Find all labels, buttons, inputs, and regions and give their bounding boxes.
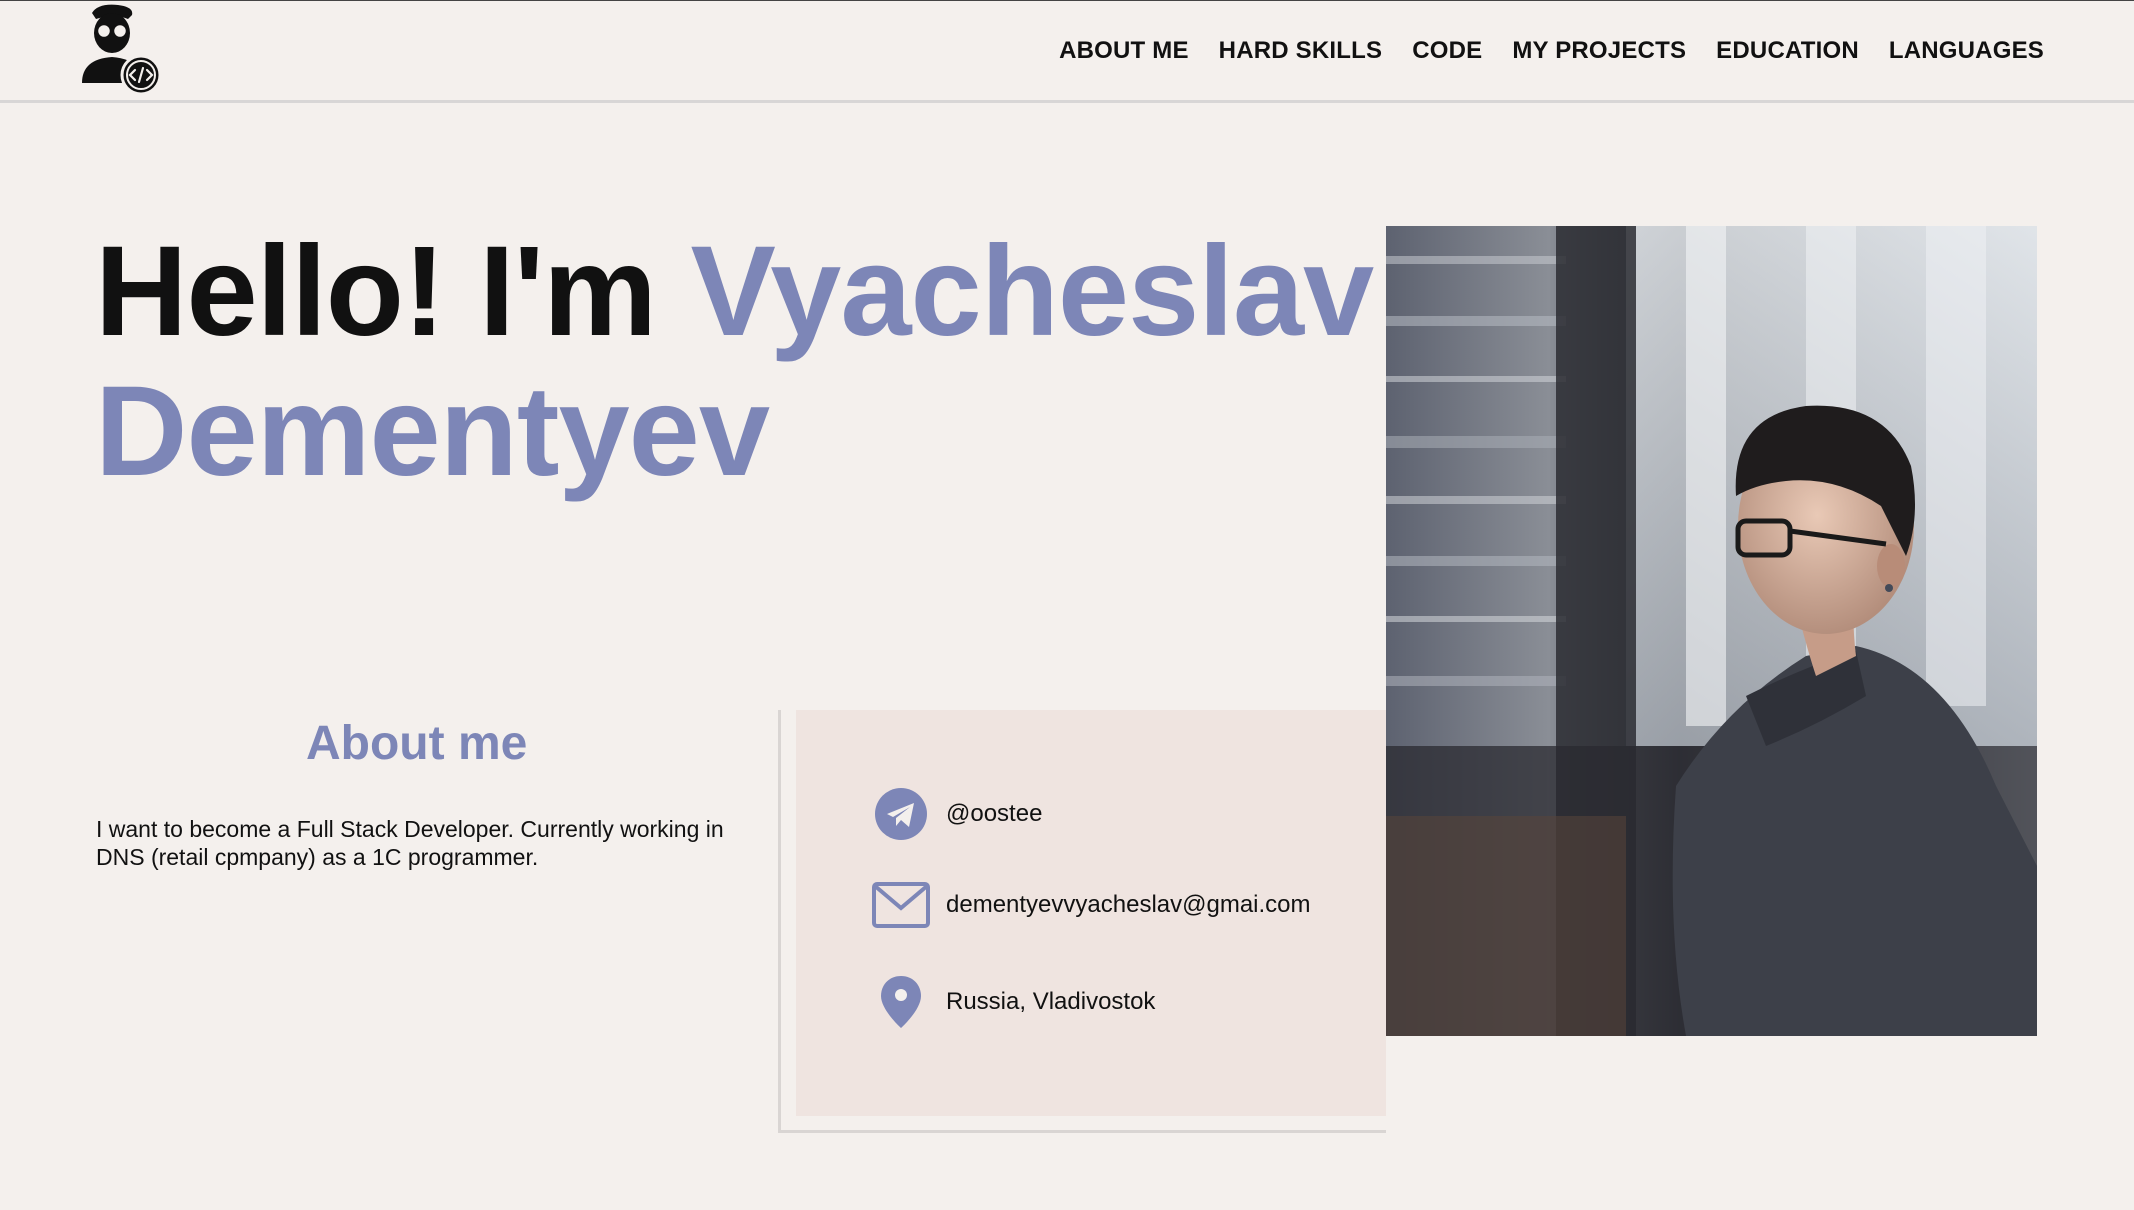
location-text: Russia, Vladivostok [946, 988, 1156, 1015]
about-text: I want to become a Full Stack Developer.… [96, 816, 724, 870]
nav-education[interactable]: EDUCATION [1716, 37, 1859, 65]
nav-my-projects[interactable]: MY PROJECTS [1512, 37, 1686, 65]
telegram-icon [872, 785, 930, 843]
hero-title: Hello! I'm Vyacheslav Dementyev [95, 222, 1375, 502]
hero-last-name: Dementyev [95, 360, 770, 503]
nav-hard-skills[interactable]: HARD SKILLS [1219, 37, 1383, 65]
hero-first-name: Vyacheslav [690, 220, 1375, 363]
nav-languages[interactable]: LANGUAGES [1889, 37, 2044, 65]
location-pin-icon [872, 973, 930, 1031]
site-header: ABOUT ME HARD SKILLS CODE MY PROJECTS ED… [0, 0, 2134, 103]
email-address: dementyevvyacheslav@gmai.com [946, 891, 1311, 918]
nav-code[interactable]: CODE [1412, 37, 1482, 65]
nav-about-me[interactable]: ABOUT ME [1059, 37, 1189, 65]
profile-photo [1386, 226, 2037, 1036]
telegram-handle: @oostee [946, 800, 1043, 827]
page: ABOUT ME HARD SKILLS CODE MY PROJECTS ED… [0, 0, 2134, 1210]
mail-icon [872, 876, 930, 934]
main-nav: ABOUT ME HARD SKILLS CODE MY PROJECTS ED… [1059, 37, 2044, 65]
contact-location: Russia, Vladivostok [872, 973, 1155, 1031]
contact-telegram[interactable]: @oostee [872, 785, 1042, 843]
about-heading: About me [306, 717, 528, 770]
hero-greeting: Hello! I'm [95, 220, 657, 363]
contact-email[interactable]: dementyevvyacheslav@gmai.com [872, 876, 1311, 934]
developer-avatar-icon[interactable] [78, 3, 164, 97]
